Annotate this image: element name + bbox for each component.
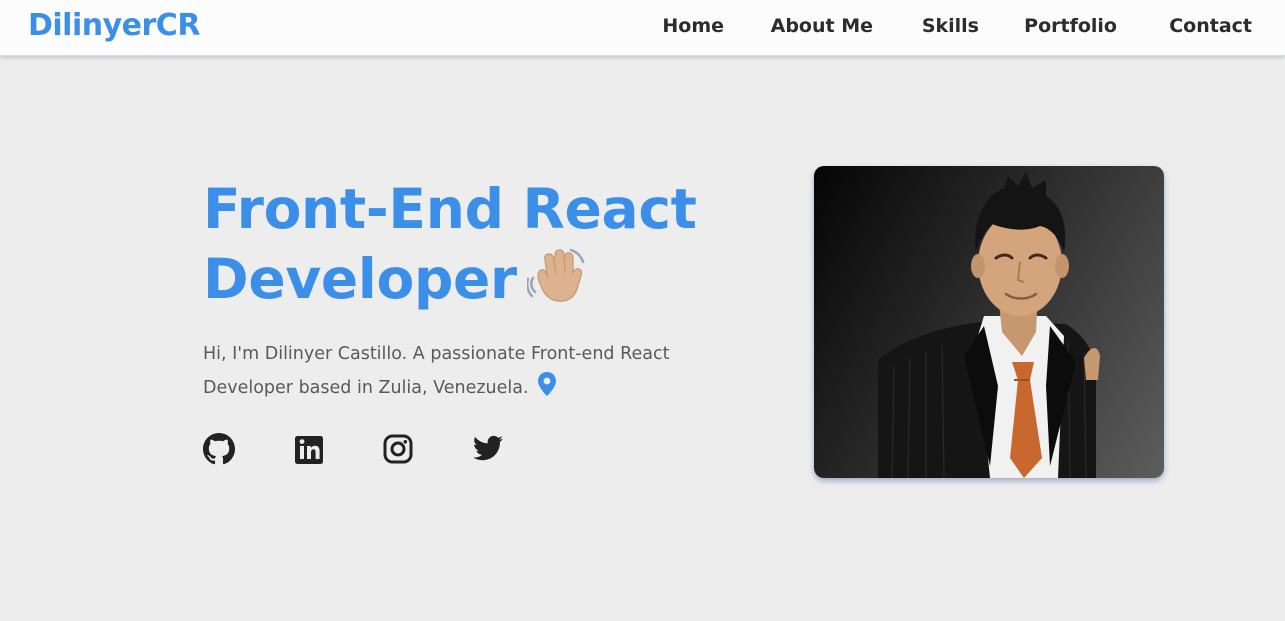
- hero-title-line2: Developer: [203, 247, 517, 311]
- hero-title-line1: Front-End React: [203, 177, 697, 241]
- nav-portfolio-link[interactable]: Portfolio: [1024, 15, 1117, 37]
- nav-home-link[interactable]: Home: [662, 15, 724, 37]
- brand-logo[interactable]: DilinyerCR: [28, 8, 200, 43]
- nav-skills-link[interactable]: Skills: [922, 15, 979, 37]
- hero-description: Hi, I'm Dilinyer Castillo. A passionate …: [203, 338, 723, 409]
- location-pin-icon: [537, 371, 557, 409]
- linkedin-icon[interactable]: [293, 433, 327, 467]
- twitter-icon[interactable]: [471, 433, 505, 467]
- instagram-icon[interactable]: [382, 433, 416, 467]
- nav-about-link[interactable]: About Me: [771, 15, 873, 37]
- nav-contact-link[interactable]: Contact: [1169, 15, 1252, 37]
- waving-hand-icon: [525, 244, 589, 320]
- hero-description-text: Hi, I'm Dilinyer Castillo. A passionate …: [203, 344, 670, 398]
- github-icon[interactable]: [203, 433, 237, 467]
- profile-photo: [814, 166, 1164, 478]
- hero-title: Front-End React Developer: [203, 174, 763, 320]
- navbar: DilinyerCR Home About Me Skills Portfoli…: [0, 0, 1285, 56]
